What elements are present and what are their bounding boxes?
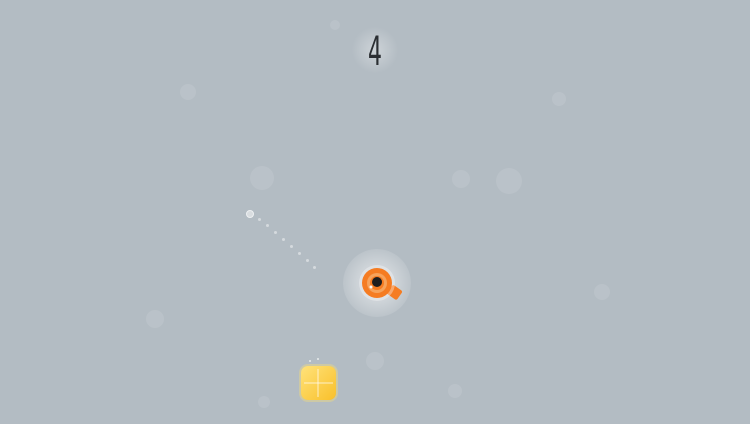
yellow-cube-icon[interactable] <box>301 366 336 400</box>
trail-dot <box>282 238 285 241</box>
trail-dot <box>306 259 309 262</box>
background-particle <box>258 396 270 408</box>
game-scene[interactable]: 4 <box>0 0 750 424</box>
background-particle <box>146 310 164 328</box>
background-particle <box>552 92 566 106</box>
trail-dot <box>274 231 277 234</box>
trail-dot <box>313 266 316 269</box>
orange-ring-ship-icon[interactable] <box>356 262 408 306</box>
trail-dot <box>258 218 261 221</box>
pickup-sparkle <box>317 358 319 360</box>
score-counter: 4 <box>367 29 382 75</box>
background-particle <box>496 168 522 194</box>
trail-dot <box>298 252 301 255</box>
background-particle <box>250 166 274 190</box>
background-particle <box>330 20 340 30</box>
trail-dot <box>266 224 269 227</box>
background-particle <box>594 284 610 300</box>
background-particle <box>452 170 470 188</box>
background-particle <box>366 352 384 370</box>
pickup-sparkle <box>309 360 311 362</box>
white-orb-icon <box>246 210 254 218</box>
trail-dot <box>290 245 293 248</box>
background-particle <box>180 84 196 100</box>
background-particle <box>448 384 462 398</box>
